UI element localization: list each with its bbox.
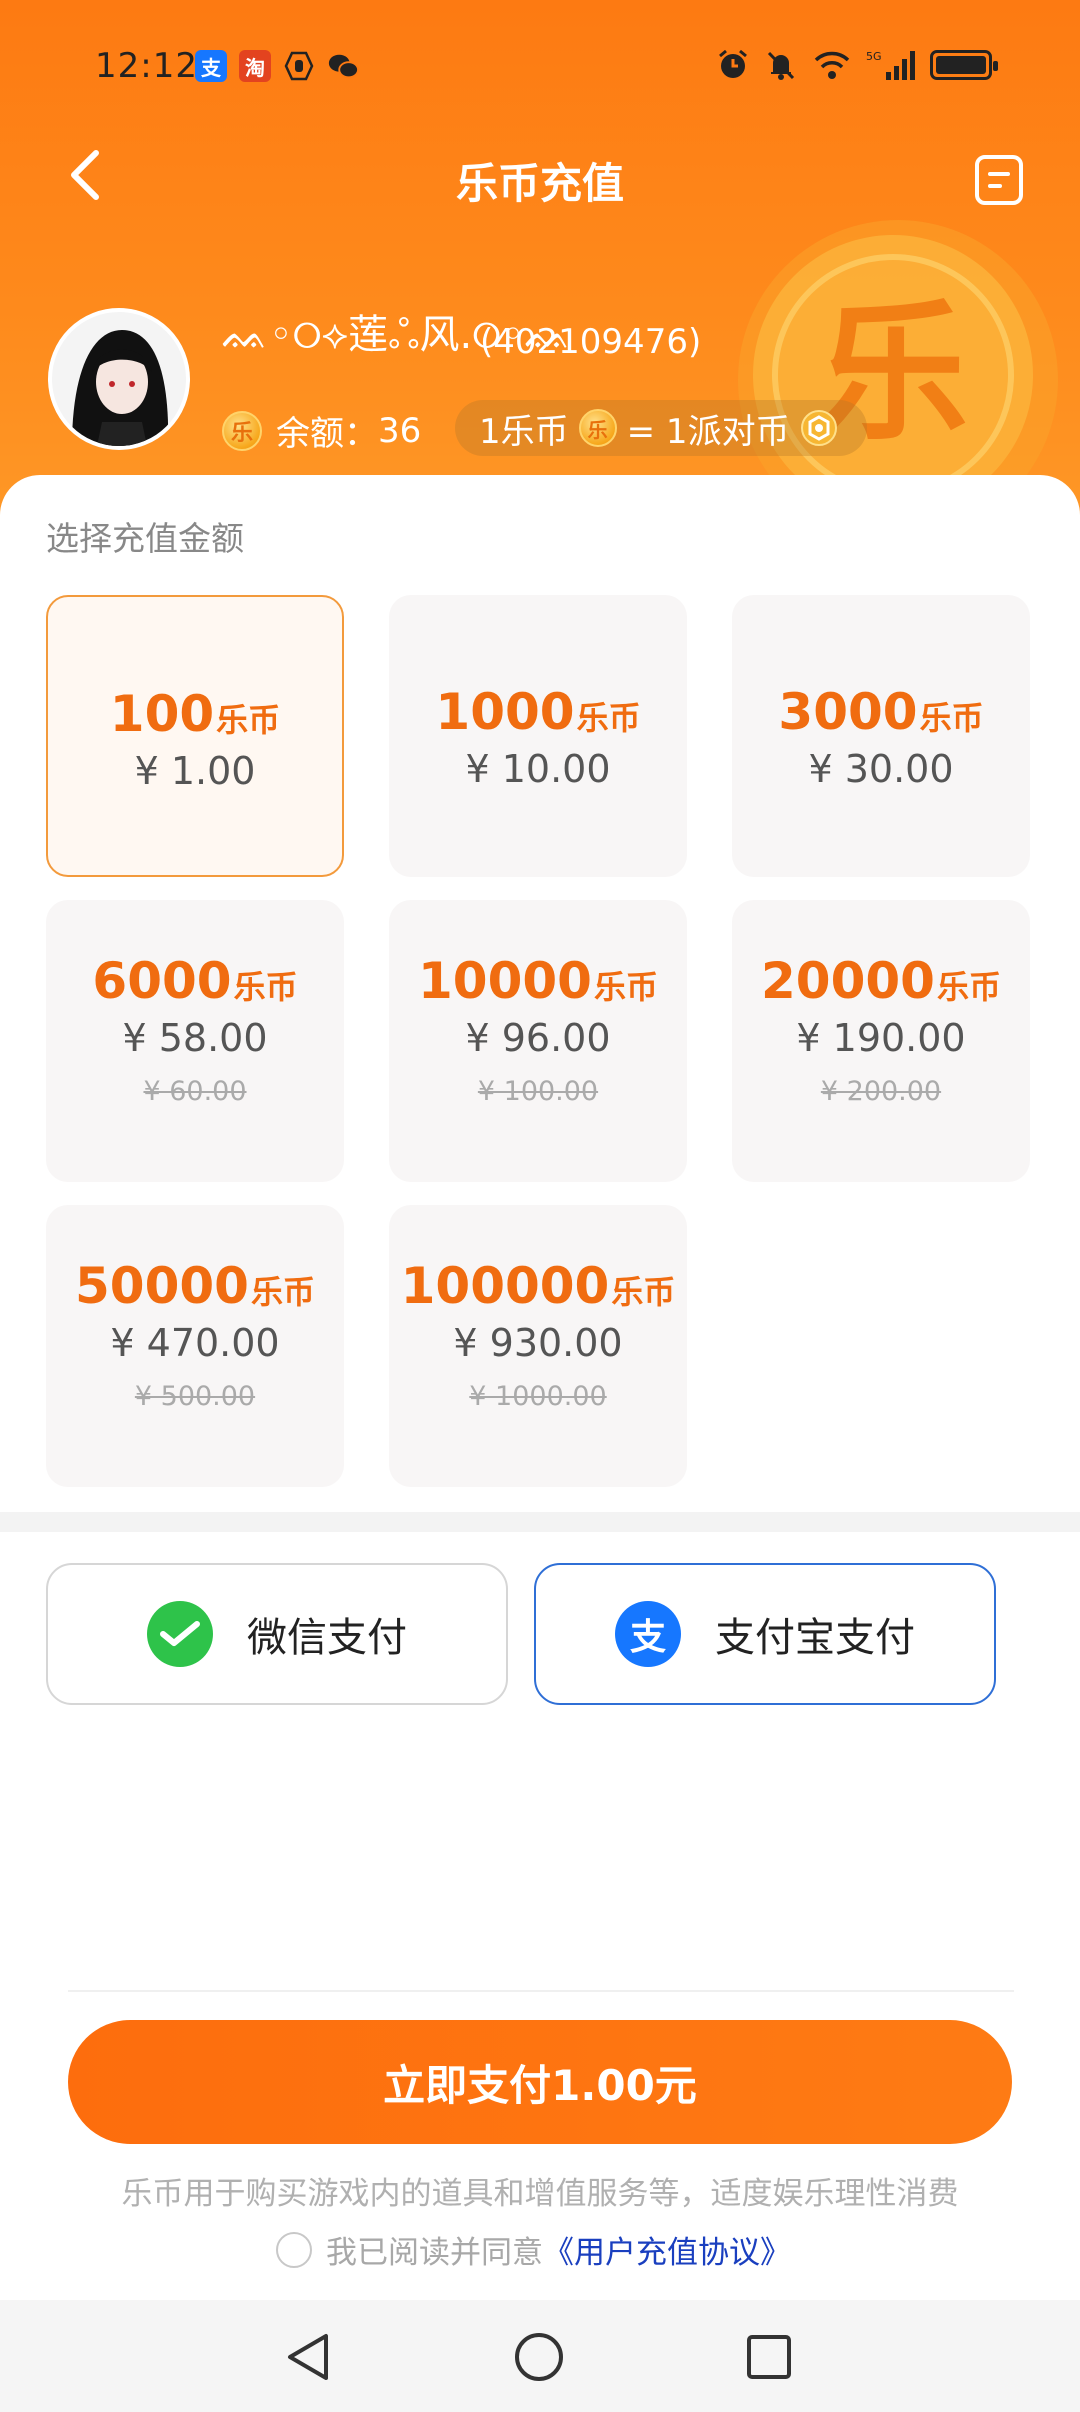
le-coin-icon: 乐 (222, 410, 262, 451)
tier-card-1000[interactable]: 1000乐币 ¥ 10.00 (389, 595, 687, 877)
user-id: (402109476) (480, 322, 702, 362)
agreement-checkbox[interactable] (276, 2231, 312, 2268)
system-nav-bar (0, 2300, 1080, 2412)
party-coin-icon (800, 409, 838, 447)
tier-amount: 10000乐币 (418, 952, 658, 1010)
recents-square-icon[interactable] (742, 2330, 796, 2384)
exchange-rate-pill: 1乐币 乐 = 1派对币 (455, 400, 867, 456)
pay-now-button[interactable]: 立即支付1.00元 (68, 2020, 1012, 2144)
section-divider (0, 1512, 1080, 1532)
tier-amount: 1000乐币 (435, 683, 641, 741)
wechat-pay-option[interactable]: 微信支付 (46, 1563, 508, 1705)
wifi-icon (814, 51, 850, 79)
alipay-label: 支付宝支付 (715, 1615, 915, 1661)
alipay-icon: 支 (615, 1601, 681, 1667)
alipay-icon: 支 (195, 50, 227, 82)
tier-price: ¥ 930.00 (453, 1321, 623, 1365)
tier-original-price: ¥ 60.00 (143, 1076, 247, 1107)
tier-price: ¥ 190.00 (796, 1016, 966, 1060)
tier-card-50000[interactable]: 50000乐币 ¥ 470.00 ¥ 500.00 (46, 1205, 344, 1487)
section-label: 选择充值金额 (46, 519, 244, 558)
agreement-text: 我已阅读并同意 (326, 2235, 543, 2271)
status-time: 12:12 (95, 46, 198, 86)
status-bar: 12:12 支 淘 5G (0, 40, 1080, 100)
agreement-link[interactable]: 《用户充值协议》 (543, 2227, 791, 2272)
recharge-sheet: 选择充值金额 100乐币 ¥ 1.00 1000乐币 ¥ 10.00 3000乐… (0, 475, 1080, 2412)
tier-original-price: ¥ 200.00 (820, 1076, 942, 1107)
rate-right: = 1派对币 (626, 411, 790, 452)
tier-price: ¥ 1.00 (134, 749, 256, 793)
alarm-icon (719, 49, 747, 78)
tier-price: ¥ 58.00 (122, 1016, 268, 1060)
page-title: 乐币充值 (455, 159, 624, 208)
status-right-icons: 5G (716, 48, 998, 82)
5g-signal-icon: 5G (866, 50, 915, 80)
tier-price: ¥ 10.00 (465, 747, 611, 791)
tier-card-20000[interactable]: 20000乐币 ¥ 190.00 ¥ 200.00 (732, 900, 1030, 1182)
balance-value: 36 (378, 410, 422, 451)
tier-original-price: ¥ 500.00 (134, 1381, 256, 1412)
tier-original-price: ¥ 100.00 (477, 1076, 599, 1107)
tier-price: ¥ 30.00 (808, 747, 954, 791)
wechat-pay-label: 微信支付 (247, 1615, 407, 1661)
tier-amount: 100乐币 (109, 685, 281, 743)
svg-text:5G: 5G (866, 50, 882, 63)
tier-amount: 20000乐币 (761, 952, 1001, 1010)
taobao-icon: 淘 (239, 50, 271, 82)
back-triangle-icon[interactable] (282, 2330, 336, 2384)
balance-label: 余额： (276, 414, 378, 454)
tier-card-3000[interactable]: 3000乐币 ¥ 30.00 (732, 595, 1030, 877)
home-circle-icon[interactable] (512, 2330, 566, 2384)
tier-amount: 3000乐币 (778, 683, 984, 741)
tier-price: ¥ 96.00 (465, 1016, 611, 1060)
tier-card-6000[interactable]: 6000乐币 ¥ 58.00 ¥ 60.00 (46, 900, 344, 1182)
balance-row: 乐 余额： 36 (222, 406, 421, 455)
tier-price: ¥ 470.00 (110, 1321, 280, 1365)
wechat-pay-icon (147, 1601, 213, 1667)
tier-amount: 50000乐币 (75, 1257, 315, 1315)
consumption-notice: 乐币用于购买游戏内的道具和增值服务等，适度娱乐理性消费 (121, 2176, 959, 2212)
battery-icon (930, 50, 998, 80)
le-coin-icon: 乐 (578, 409, 617, 447)
wechat-icon (327, 50, 359, 82)
tier-card-10000[interactable]: 10000乐币 ¥ 96.00 ¥ 100.00 (389, 900, 687, 1182)
avatar[interactable] (48, 308, 190, 450)
footer-divider (68, 1990, 1014, 1992)
tier-amount: 100000乐币 (400, 1257, 676, 1315)
record-list-icon[interactable] (975, 155, 1023, 205)
tier-card-100000[interactable]: 100000乐币 ¥ 930.00 ¥ 1000.00 (389, 1205, 687, 1487)
tier-original-price: ¥ 1000.00 (469, 1381, 607, 1412)
tier-card-100[interactable]: 100乐币 ¥ 1.00 (46, 595, 344, 877)
status-left-icons: 支 淘 (195, 50, 359, 82)
alipay-option[interactable]: 支 支付宝支付 (534, 1563, 996, 1705)
mute-icon (767, 51, 795, 80)
agreement-row: 我已阅读并同意 《用户充值协议》 (276, 2227, 791, 2272)
hand-icon (283, 50, 315, 82)
rate-left: 1乐币 (479, 411, 569, 452)
tier-amount: 6000乐币 (92, 952, 298, 1010)
